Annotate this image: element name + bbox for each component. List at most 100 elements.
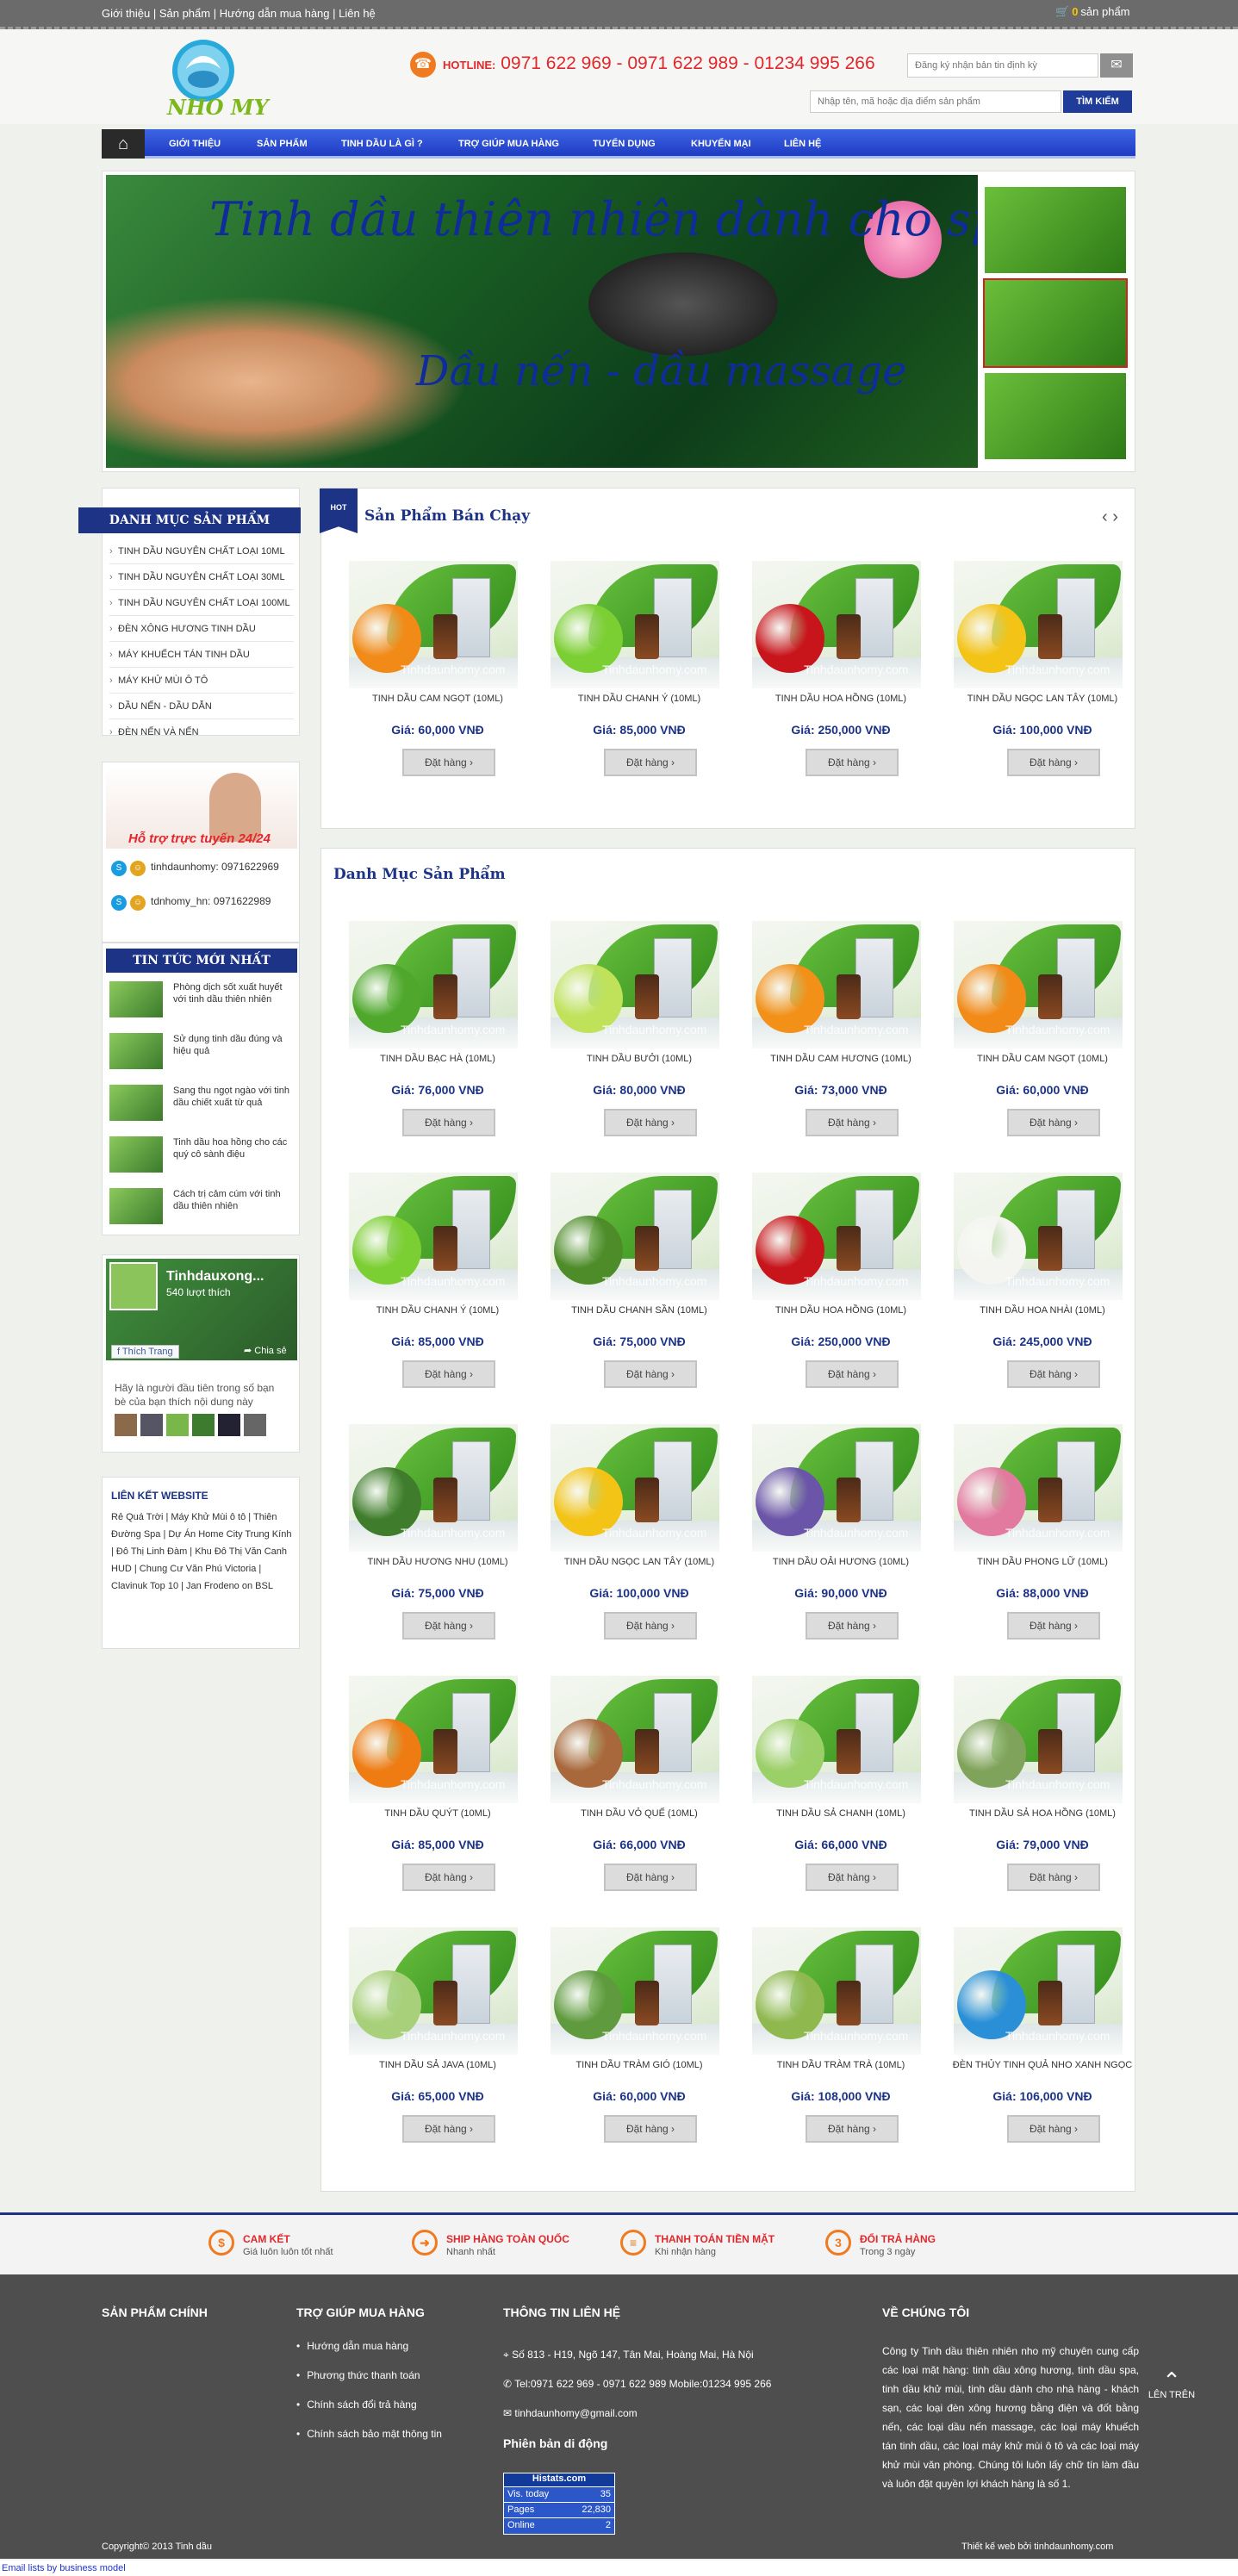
product-card[interactable]: Tinhdaunhomy.com TINH DẦU HOA HỒNG (10ML)…	[742, 561, 923, 793]
product-image[interactable]: Tinhdaunhomy.com	[954, 1676, 1123, 1803]
footer-link[interactable]: Hướng dẫn mua hàng	[296, 2340, 408, 2352]
product-image[interactable]: Tinhdaunhomy.com	[752, 1424, 921, 1552]
product-name[interactable]: TINH DẦU HOA HỒNG (10ML)	[742, 1305, 940, 1316]
order-button[interactable]: Đặt hàng ›	[806, 749, 899, 776]
top-link-contact[interactable]: Liên hệ	[339, 7, 376, 20]
product-card[interactable]: Tinhdaunhomy.com TINH DẦU PHONG LỮ (10ML)…	[943, 1424, 1124, 1657]
product-image[interactable]: Tinhdaunhomy.com	[954, 561, 1123, 688]
news-item[interactable]: Cách trị cảm cúm với tinh dầu thiên nhiê…	[109, 1185, 294, 1235]
facebook-cover[interactable]: Tinhdauxong... 540 lượt thích f Thích Tr…	[106, 1259, 297, 1360]
mobile-version-link[interactable]: Phiên bản di động	[503, 2436, 607, 2450]
product-name[interactable]: TINH DẦU BƯỞI (10ML)	[540, 1054, 738, 1064]
product-image[interactable]: Tinhdaunhomy.com	[752, 1676, 921, 1803]
product-image[interactable]: Tinhdaunhomy.com	[349, 1173, 518, 1300]
order-button[interactable]: Đặt hàng ›	[402, 1864, 495, 1891]
order-button[interactable]: Đặt hàng ›	[806, 1612, 899, 1640]
banner-thumb-3[interactable]	[983, 371, 1128, 461]
product-name[interactable]: ĐÈN THỦY TINH QUẢ NHO XANH NGỌC	[943, 2060, 1142, 2070]
website-links[interactable]: Rẻ Quá Trời | Máy Khử Mùi ô tô | Thiên Đ…	[111, 1509, 294, 1595]
product-name[interactable]: TINH DẦU BẠC HÀ (10ML)	[339, 1054, 537, 1064]
order-button[interactable]: Đặt hàng ›	[604, 1360, 697, 1388]
product-name[interactable]: TINH DẦU QUÝT (10ML)	[339, 1808, 537, 1819]
product-card[interactable]: Tinhdaunhomy.com TINH DẦU HOA NHÀI (10ML)…	[943, 1173, 1124, 1405]
product-name[interactable]: TINH DẦU CHANH Ý (10ML)	[339, 1305, 537, 1316]
product-image[interactable]: Tinhdaunhomy.com	[752, 1927, 921, 2055]
product-name[interactable]: TINH DẦU CAM NGỌT (10ML)	[339, 694, 537, 704]
product-name[interactable]: TINH DẦU TRÀM TRÀ (10ML)	[742, 2060, 940, 2070]
product-card[interactable]: Tinhdaunhomy.com TINH DẦU CAM HƯƠNG (10ML…	[742, 921, 923, 1154]
order-button[interactable]: Đặt hàng ›	[1007, 2115, 1100, 2143]
top-link-products[interactable]: Sản phẩm	[159, 7, 210, 20]
product-image[interactable]: Tinhdaunhomy.com	[551, 1424, 719, 1552]
order-button[interactable]: Đặt hàng ›	[402, 1360, 495, 1388]
order-button[interactable]: Đặt hàng ›	[604, 749, 697, 776]
product-name[interactable]: TINH DẦU CHANH Ý (10ML)	[540, 694, 738, 704]
category-item[interactable]: MÁY KHỬ MÙI Ô TÔ	[109, 668, 294, 694]
nav-contact[interactable]: LIÊN HỆ	[784, 129, 821, 159]
logo[interactable]: NHO MY	[160, 34, 269, 121]
product-name[interactable]: TINH DẦU TRÀM GIÓ (10ML)	[540, 2060, 738, 2070]
product-name[interactable]: TINH DẦU CHANH SẦN (10ML)	[540, 1305, 738, 1316]
footer-link[interactable]: Phương thức thanh toán	[296, 2369, 420, 2381]
newsletter-submit-button[interactable]: ✉	[1100, 53, 1133, 78]
nav-home-button[interactable]: ⌂	[102, 129, 145, 159]
order-button[interactable]: Đặt hàng ›	[402, 2115, 495, 2143]
category-item[interactable]: TINH DẦU NGUYÊN CHẤT LOẠI 10ML	[109, 538, 294, 564]
banner-image[interactable]: Tinh dầu thiên nhiên dành cho spa Dầu nế…	[106, 175, 978, 468]
product-image[interactable]: Tinhdaunhomy.com	[551, 1927, 719, 2055]
product-name[interactable]: TINH DẦU NGỌC LAN TÂY (10ML)	[943, 694, 1142, 704]
product-name[interactable]: TINH DẦU CAM HƯƠNG (10ML)	[742, 1054, 940, 1064]
nav-help[interactable]: TRỢ GIÚP MUA HÀNG	[458, 129, 559, 159]
product-card[interactable]: Tinhdaunhomy.com TINH DẦU QUÝT (10ML) Giá:…	[339, 1676, 519, 1908]
footer-email[interactable]: ✉ tinhdaunhomy@gmail.com	[503, 2407, 638, 2419]
product-name[interactable]: TINH DẦU HOA HỒNG (10ML)	[742, 694, 940, 704]
product-name[interactable]: TINH DẦU SẢ HOA HỒNG (10ML)	[943, 1808, 1142, 1819]
order-button[interactable]: Đặt hàng ›	[806, 1864, 899, 1891]
product-card[interactable]: Tinhdaunhomy.com TINH DẦU TRÀM TRÀ (10ML)…	[742, 1927, 923, 2160]
order-button[interactable]: Đặt hàng ›	[1007, 1109, 1100, 1136]
search-button[interactable]: TÌM KIẾM	[1063, 90, 1132, 113]
order-button[interactable]: Đặt hàng ›	[604, 1612, 697, 1640]
product-image[interactable]: Tinhdaunhomy.com	[349, 1424, 518, 1552]
product-card[interactable]: Tinhdaunhomy.com TINH DẦU NGỌC LAN TÂY (1…	[540, 1424, 721, 1657]
banner-thumb-2[interactable]	[983, 278, 1128, 368]
product-image[interactable]: Tinhdaunhomy.com	[349, 1676, 518, 1803]
nav-about[interactable]: GIỚI THIỆU	[169, 129, 221, 159]
support-contact[interactable]: S ☺ tinhdaunhomy: 0971622969	[111, 861, 279, 880]
product-image[interactable]: Tinhdaunhomy.com	[752, 1173, 921, 1300]
top-link-guide[interactable]: Hướng dẫn mua hàng	[220, 7, 330, 20]
product-card[interactable]: Tinhdaunhomy.com TINH DẦU CAM NGỌT (10ML)…	[339, 561, 519, 793]
category-item[interactable]: MÁY KHUẾCH TÁN TINH DẦU	[109, 642, 294, 668]
product-image[interactable]: Tinhdaunhomy.com	[349, 1927, 518, 2055]
order-button[interactable]: Đặt hàng ›	[604, 1109, 697, 1136]
product-card[interactable]: Tinhdaunhomy.com TINH DẦU BẠC HÀ (10ML) Gi…	[339, 921, 519, 1154]
next-arrow-icon[interactable]: ›	[1112, 507, 1118, 526]
email-lists-link[interactable]: Email lists by business model	[0, 2560, 1238, 2576]
order-button[interactable]: Đặt hàng ›	[402, 749, 495, 776]
facebook-friend-avatar[interactable]	[244, 1414, 266, 1436]
order-button[interactable]: Đặt hàng ›	[402, 1612, 495, 1640]
product-card[interactable]: Tinhdaunhomy.com TINH DẦU HƯƠNG NHU (10ML…	[339, 1424, 519, 1657]
product-name[interactable]: TINH DẦU VỎ QUẾ (10ML)	[540, 1808, 738, 1819]
facebook-friend-avatar[interactable]	[140, 1414, 163, 1436]
order-button[interactable]: Đặt hàng ›	[1007, 749, 1100, 776]
product-image[interactable]: Tinhdaunhomy.com	[954, 1424, 1123, 1552]
product-image[interactable]: Tinhdaunhomy.com	[954, 1927, 1123, 2055]
cart-link[interactable]: 🛒 0 sản phẩm	[1055, 5, 1130, 19]
order-button[interactable]: Đặt hàng ›	[402, 1109, 495, 1136]
product-card[interactable]: Tinhdaunhomy.com TINH DẦU SẢ JAVA (10ML) G…	[339, 1927, 519, 2160]
facebook-page-name[interactable]: Tinhdauxong...	[166, 1269, 264, 1285]
prev-arrow-icon[interactable]: ‹	[1102, 507, 1108, 526]
product-image[interactable]: Tinhdaunhomy.com	[752, 561, 921, 688]
product-image[interactable]: Tinhdaunhomy.com	[349, 561, 518, 688]
product-card[interactable]: Tinhdaunhomy.com ĐÈN THỦY TINH QUẢ NHO XA…	[943, 1927, 1132, 2160]
product-image[interactable]: Tinhdaunhomy.com	[752, 921, 921, 1048]
product-card[interactable]: Tinhdaunhomy.com TINH DẦU CHANH Ý (10ML) G…	[540, 561, 721, 793]
category-item[interactable]: TINH DẦU NGUYÊN CHẤT LOẠI 30ML	[109, 564, 294, 590]
facebook-share-button[interactable]: ➦ Chia sẻ	[244, 1345, 287, 1356]
design-credit[interactable]: Thiết kế web bởi tinhdaunhomy.com	[961, 2542, 1113, 2552]
product-name[interactable]: TINH DẦU OẢI HƯƠNG (10ML)	[742, 1557, 940, 1567]
visitor-counter[interactable]: Histats.com Vis. today 35 Pages 22,830 Onl…	[503, 2473, 615, 2535]
order-button[interactable]: Đặt hàng ›	[604, 1864, 697, 1891]
product-card[interactable]: Tinhdaunhomy.com TINH DẦU HOA HỒNG (10ML)…	[742, 1173, 923, 1405]
